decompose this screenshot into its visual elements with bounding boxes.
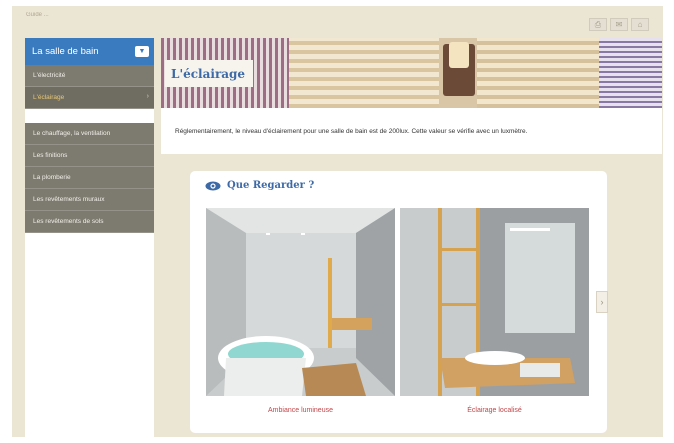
banner-title-box: L'éclairage	[165, 60, 253, 87]
sidebar-item-plomberie[interactable]: La plomberie	[25, 167, 154, 189]
sidebar-item-revetements-sols[interactable]: Les revêtements de sols	[25, 211, 154, 233]
banner-image-radiator-2	[477, 38, 599, 108]
sidebar-item-finitions[interactable]: Les finitions	[25, 145, 154, 167]
sidebar-header-label: La salle de bain	[32, 46, 99, 57]
window-controls: ⎙ ✉ ⌂	[589, 18, 649, 31]
sidebar-item-label: Le chauffage, la ventilation	[33, 130, 111, 137]
sidebar-item-label: L'électricité	[33, 72, 66, 79]
banner-image-blind-2	[599, 38, 662, 108]
sidebar-item-electricite[interactable]: L'électricité	[25, 65, 154, 87]
banner-image-lamp	[443, 42, 475, 96]
banner-image-radiator	[289, 38, 439, 108]
photo-caption[interactable]: Éclairage localisé	[400, 407, 589, 414]
printer-icon[interactable]: ⎙	[589, 18, 607, 31]
sidebar-item-label: Les finitions	[33, 152, 68, 159]
mail-icon[interactable]: ✉	[610, 18, 628, 31]
next-arrow-icon[interactable]: ›	[596, 291, 608, 313]
main-content: L'éclairage Réglementairement, le niveau…	[161, 38, 662, 154]
page-title: L'éclairage	[171, 66, 246, 81]
sidebar-item-eclairage[interactable]: L'éclairage ›	[25, 87, 154, 109]
sidebar-header[interactable]: La salle de bain ▼	[25, 38, 154, 65]
breadcrumb: Guide ...	[26, 12, 49, 18]
info-bar: Réglementairement, le niveau d'éclaireme…	[161, 108, 662, 154]
sidebar-item-label: L'éclairage	[33, 94, 65, 101]
sidebar-item-label: Les revêtements de sols	[33, 218, 104, 225]
eye-icon	[205, 181, 221, 190]
sidebar-divider	[25, 109, 154, 123]
card-header: Que Regarder ?	[205, 180, 314, 191]
sidebar-item-label: La plomberie	[33, 174, 71, 181]
photo-caption[interactable]: Ambiance lumineuse	[206, 407, 395, 414]
photo-eclairage-localise[interactable]	[400, 208, 589, 396]
chevron-right-icon: ›	[146, 93, 149, 100]
home-icon[interactable]: ⌂	[631, 18, 649, 31]
sidebar-item-label: Les revêtements muraux	[33, 196, 105, 203]
sidebar: La salle de bain ▼ L'électricité L'éclai…	[25, 38, 154, 437]
info-text: Réglementairement, le niveau d'éclaireme…	[175, 127, 528, 135]
card-title: Que Regarder ?	[227, 180, 315, 191]
banner: L'éclairage	[161, 38, 662, 108]
chevron-down-icon[interactable]: ▼	[135, 46, 149, 57]
sidebar-item-revetements-muraux[interactable]: Les revêtements muraux	[25, 189, 154, 211]
photo-ambiance[interactable]	[206, 208, 395, 396]
que-regarder-card: Que Regarder ? Ambiance lumineuse Éclair…	[190, 171, 607, 433]
sidebar-item-chauffage[interactable]: Le chauffage, la ventilation	[25, 123, 154, 145]
